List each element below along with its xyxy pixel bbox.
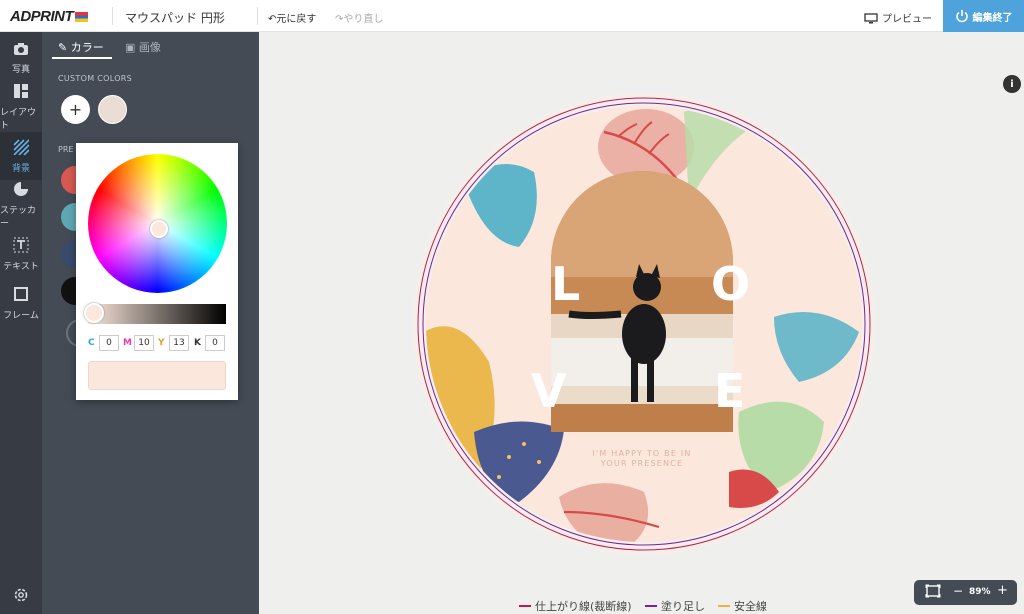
text-icon xyxy=(13,237,29,256)
redo-button[interactable]: ↷やり直し xyxy=(335,10,383,25)
plus-icon: + xyxy=(997,583,1008,598)
preset-colors-label: PRE xyxy=(58,145,74,154)
panel-tabs: ✎ カラー ▣ 画像 xyxy=(42,32,259,59)
design-canvas-area: L O V E I'M HAPPY TO BE IN YOUR PRESENCE… xyxy=(259,32,1024,614)
rail-item-layout[interactable]: レイアウト xyxy=(0,83,42,131)
image-icon: ▣ xyxy=(125,41,136,54)
tab-image[interactable]: ▣ 画像 xyxy=(125,39,161,55)
color-wheel[interactable] xyxy=(88,154,227,293)
love-letter-v: V xyxy=(531,364,567,418)
info-icon[interactable]: i xyxy=(1003,75,1021,93)
legend-swatch xyxy=(519,605,531,607)
undo-button[interactable]: ↶元に戻す xyxy=(268,10,316,25)
yellow-label: Y xyxy=(158,338,165,348)
color-wheel-handle[interactable] xyxy=(150,220,168,238)
divider xyxy=(257,7,258,25)
minus-icon: − xyxy=(953,584,964,598)
key-label: K xyxy=(194,338,201,348)
fit-screen-icon xyxy=(925,584,941,598)
custom-swatch[interactable] xyxy=(98,95,127,124)
document-title: マウスパッド 円形 xyxy=(125,11,225,25)
selected-color-preview xyxy=(88,361,226,390)
color-picker-popover: C 0 M 10 Y 13 K 0 xyxy=(76,143,238,400)
cyan-input[interactable]: 0 xyxy=(99,335,119,351)
gear-icon xyxy=(14,588,28,602)
eyedropper-icon: ✎ xyxy=(58,41,68,54)
mousepad-design[interactable]: L O V E I'M HAPPY TO BE IN YOUR PRESENCE xyxy=(259,32,1024,614)
tagline-line-2: YOUR PRESENCE xyxy=(600,459,684,468)
shade-slider-handle[interactable] xyxy=(84,303,104,323)
power-icon xyxy=(955,10,968,23)
magenta-input[interactable]: 10 xyxy=(134,335,154,351)
rail-item-frame[interactable]: フレーム xyxy=(0,279,42,327)
love-letter-e: E xyxy=(714,364,745,418)
zoom-controls: − 89% + xyxy=(914,580,1017,605)
monitor-icon xyxy=(864,13,878,24)
love-letter-o: O xyxy=(711,257,750,311)
key-input[interactable]: 0 xyxy=(205,335,225,351)
legend-swatch xyxy=(645,605,657,607)
shade-slider[interactable] xyxy=(84,303,226,324)
finish-editing-button[interactable]: 編集終了 xyxy=(943,0,1024,32)
cyan-label: C xyxy=(88,338,95,348)
adprint-logo[interactable]: ADPRINT xyxy=(10,8,89,25)
top-bar: ADPRINT マウスパッド 円形 ↶元に戻す ↷やり直し プレビュー 編集終了 xyxy=(0,0,1024,32)
rail-item-text[interactable]: テキスト xyxy=(0,230,42,278)
rail-item-background[interactable]: 背景 xyxy=(0,132,42,180)
zoom-in-button[interactable]: + xyxy=(997,583,1008,598)
preview-button[interactable]: プレビュー xyxy=(864,10,932,25)
tab-color[interactable]: ✎ カラー xyxy=(58,39,104,55)
tagline-line-1: I'M HAPPY TO BE IN xyxy=(592,449,691,458)
custom-colors-label: CUSTOM COLORS xyxy=(58,74,133,83)
sticker-icon xyxy=(13,181,29,200)
fit-to-screen-button[interactable] xyxy=(925,584,941,601)
tool-rail: 写真 レイアウト 背景 ステッカー テキスト フレーム xyxy=(0,32,42,614)
legend-trim-line: 仕上がり線(裁断線) xyxy=(519,598,632,614)
rail-item-sticker[interactable]: ステッカー xyxy=(0,181,42,229)
zoom-out-button[interactable]: − xyxy=(953,584,963,598)
camera-icon xyxy=(13,42,29,59)
divider xyxy=(112,7,113,25)
frame-icon xyxy=(13,286,29,305)
love-letter-l: L xyxy=(551,257,580,311)
zoom-level: 89% xyxy=(969,587,991,597)
legend-safe-line: 安全線 xyxy=(718,598,767,614)
yellow-input[interactable]: 13 xyxy=(169,335,189,351)
legend-swatch xyxy=(718,605,730,607)
background-icon xyxy=(13,138,30,158)
layout-icon xyxy=(13,83,29,102)
logo-flag-icon xyxy=(75,12,89,23)
rail-item-photo[interactable]: 写真 xyxy=(0,34,42,82)
active-tab-indicator xyxy=(52,57,112,59)
legend-bleed-line: 塗り足し xyxy=(645,598,705,614)
magenta-label: M xyxy=(123,338,132,348)
plus-icon: + xyxy=(68,100,83,119)
add-custom-color-button[interactable]: + xyxy=(61,95,90,124)
settings-button[interactable] xyxy=(12,586,30,608)
